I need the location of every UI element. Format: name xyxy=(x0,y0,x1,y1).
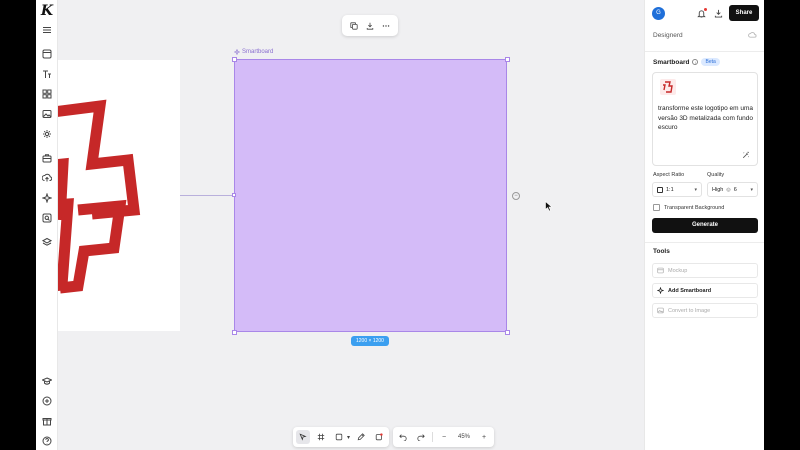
share-button[interactable]: Share xyxy=(729,5,759,21)
mockup-tool[interactable]: Mockup xyxy=(652,263,758,278)
prompt-box[interactable]: transforme este logotipo em uma versão 3… xyxy=(652,72,758,166)
resize-handle-top-left[interactable] xyxy=(232,57,237,62)
history-zoom-group: − 45% + xyxy=(393,427,495,447)
selection-toolbar xyxy=(342,15,398,36)
zoom-in-button[interactable]: + xyxy=(477,430,491,444)
pen-icon[interactable] xyxy=(354,430,368,444)
reference-image-thumbnail[interactable] xyxy=(660,79,676,95)
panel-divider xyxy=(645,242,765,243)
panel-divider xyxy=(645,51,765,52)
bottom-toolbar: ▾ − 45% + xyxy=(293,427,495,447)
shape-icon[interactable] xyxy=(332,430,346,444)
menu-icon[interactable] xyxy=(41,24,53,36)
frame-size-badge: 1200 × 1200 xyxy=(351,336,389,346)
convert-to-image-label: Convert to Image xyxy=(668,307,711,314)
left-rail: K xyxy=(36,0,58,450)
search-image-icon[interactable] xyxy=(41,212,53,224)
logo-image-frame[interactable] xyxy=(58,60,180,331)
zoom-level[interactable]: 45% xyxy=(455,434,473,440)
add-smartboard-tool[interactable]: Add Smartboard xyxy=(652,283,758,298)
sparkle-icon xyxy=(234,49,240,55)
frame-icon[interactable] xyxy=(41,48,53,60)
app-logo[interactable]: K xyxy=(40,3,54,19)
settings-icon[interactable] xyxy=(41,128,53,140)
smartboard-frame-label[interactable]: Smartboard xyxy=(234,49,273,55)
add-smartboard-label: Add Smartboard xyxy=(668,287,712,294)
transparent-background-label: Transparent Background xyxy=(664,204,725,211)
aspect-ratio-value: 1:1 xyxy=(666,186,674,193)
tools-group: ▾ xyxy=(293,427,390,447)
smartboard-frame[interactable] xyxy=(234,59,507,332)
duplicate-icon[interactable] xyxy=(349,21,359,31)
shape-dropdown-chevron-icon[interactable]: ▾ xyxy=(347,434,350,441)
prompt-text[interactable]: transforme este logotipo em uma versão 3… xyxy=(658,104,758,133)
download-icon[interactable] xyxy=(365,21,375,31)
info-icon[interactable]: i xyxy=(692,59,699,65)
image-icon xyxy=(657,307,664,314)
chevron-down-icon: ▾ xyxy=(750,186,753,193)
mouse-cursor-icon xyxy=(545,201,553,212)
resize-handle-bottom-left[interactable] xyxy=(232,330,237,335)
select-icon[interactable] xyxy=(296,430,310,444)
add-circle-icon[interactable] xyxy=(41,395,53,407)
logo-thumbnail-icon xyxy=(663,81,673,93)
quality-select[interactable]: High ◎ 6 ▾ xyxy=(707,182,758,197)
project-name[interactable]: Designerd xyxy=(653,32,683,39)
logo-artwork xyxy=(58,99,141,294)
convert-to-image-tool[interactable]: Convert to Image xyxy=(652,303,758,318)
sparkle-icon[interactable] xyxy=(41,192,53,204)
text-icon[interactable] xyxy=(41,68,53,80)
connector-handle[interactable] xyxy=(232,193,236,197)
zoom-out-button[interactable]: − xyxy=(437,430,451,444)
credits-icon: ◎ xyxy=(726,186,731,193)
smartboard-frame-title: Smartboard xyxy=(242,49,274,55)
smartboard-title-text: Smartboard xyxy=(653,58,690,66)
quality-value: High xyxy=(712,186,724,193)
undo-icon[interactable] xyxy=(396,430,410,444)
quality-label: Quality xyxy=(707,172,725,178)
resize-handle-top-right[interactable] xyxy=(505,57,510,62)
quality-credits: 6 xyxy=(733,186,737,193)
connector-line xyxy=(180,195,234,196)
layers-icon[interactable] xyxy=(41,236,53,248)
more-icon[interactable] xyxy=(381,21,391,31)
frame-side-control[interactable]: − xyxy=(512,192,520,200)
square-ratio-icon xyxy=(657,186,663,193)
smartboard-tool-icon[interactable] xyxy=(372,430,386,444)
briefcase-icon[interactable] xyxy=(41,152,53,164)
frame-tool-icon[interactable] xyxy=(314,430,328,444)
download-icon[interactable] xyxy=(714,9,723,18)
cloud-icon xyxy=(748,32,757,38)
mockup-icon xyxy=(657,267,664,274)
screen-border xyxy=(764,0,800,450)
smartboard-section-title: Smartboard i Beta xyxy=(653,58,720,66)
mockup-label: Mockup xyxy=(668,267,688,274)
magic-wand-icon[interactable] xyxy=(740,149,752,161)
sparkle-icon xyxy=(657,287,664,294)
aspect-ratio-label: Aspect Ratio xyxy=(653,172,685,178)
avatar[interactable]: G xyxy=(652,7,665,20)
transparent-background-row[interactable]: Transparent Background xyxy=(653,204,724,211)
resize-handle-bottom-right[interactable] xyxy=(505,330,510,335)
generate-button[interactable]: Generate xyxy=(652,218,758,233)
redo-icon[interactable] xyxy=(414,430,428,444)
help-icon[interactable] xyxy=(41,435,53,447)
chevron-down-icon: ▾ xyxy=(694,186,697,193)
image-icon[interactable] xyxy=(41,108,53,120)
tools-section-title: Tools xyxy=(653,248,670,255)
canvas[interactable]: Smartboard 1200 × 1200 − ▾ − 45% + xyxy=(58,0,644,450)
transparent-background-checkbox[interactable] xyxy=(653,204,660,211)
beta-badge: Beta xyxy=(701,58,720,66)
components-icon[interactable] xyxy=(41,88,53,100)
notification-dot xyxy=(704,8,707,11)
aspect-ratio-select[interactable]: 1:1 ▾ xyxy=(652,182,702,197)
upload-icon[interactable] xyxy=(41,172,53,184)
gift-icon[interactable] xyxy=(41,415,53,427)
learn-icon[interactable] xyxy=(41,375,53,387)
properties-panel: G Share Designerd Smartboard i Beta tran… xyxy=(644,0,765,450)
toolbar-divider xyxy=(432,432,434,442)
